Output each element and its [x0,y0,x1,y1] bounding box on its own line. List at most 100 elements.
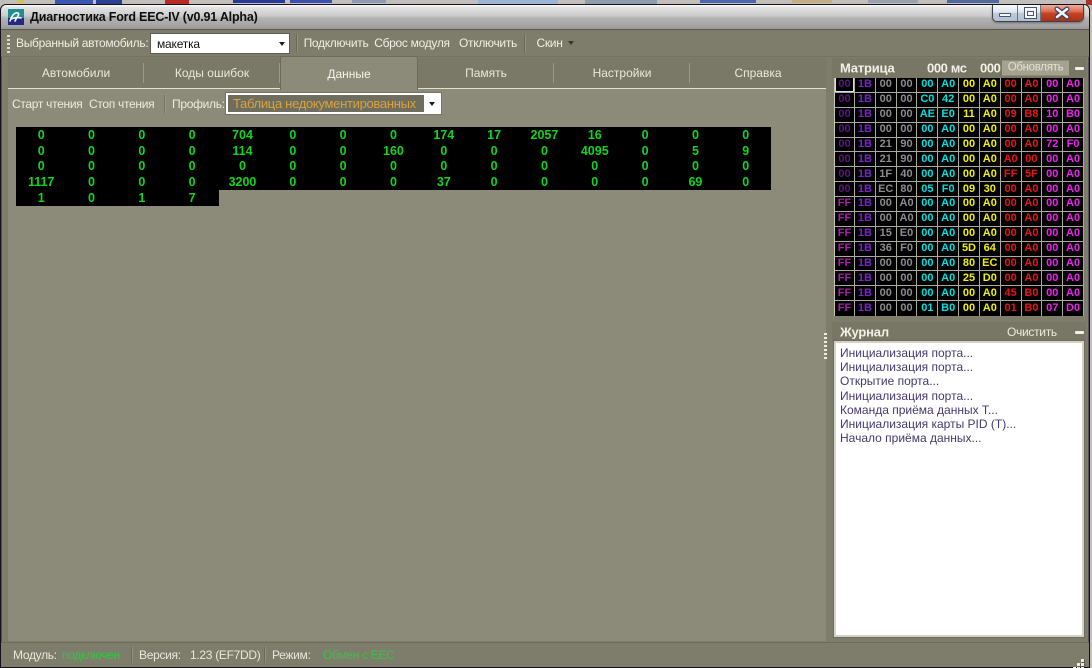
matrix-cell[interactable]: 00 [876,286,897,301]
matrix-cell[interactable]: 00 [876,78,897,93]
matrix-cell[interactable]: 5F [1022,167,1043,182]
matrix-cell[interactable]: 00 [917,271,938,286]
matrix-row-address[interactable]: FF [835,197,855,212]
reset-module-button[interactable]: Сброс модуля [373,36,451,50]
matrix-cell[interactable]: 1B [855,78,876,93]
matrix-cell[interactable]: D0 [1063,301,1084,316]
tab[interactable]: Автомобили [8,58,144,88]
matrix-cell[interactable]: 1F [876,167,897,182]
matrix-cell[interactable]: 00 [876,301,897,316]
matrix-cell[interactable]: 00 [1042,167,1063,182]
matrix-cell[interactable]: 1B [855,212,876,227]
matrix-cell[interactable]: 00 [1042,271,1063,286]
matrix-cell[interactable]: 00 [1001,257,1022,272]
matrix-cell[interactable]: 1B [855,93,876,108]
matrix-cell[interactable]: AE [917,108,938,123]
matrix-cell[interactable]: A0 [980,301,1001,316]
matrix-cell[interactable]: 42 [938,93,959,108]
matrix-row-address[interactable]: FF [835,212,855,227]
matrix-row-address[interactable]: FF [835,227,855,242]
matrix-cell[interactable]: A0 [938,227,959,242]
matrix-cell[interactable]: 1B [855,182,876,197]
matrix-row-address[interactable]: 00 [835,138,855,153]
matrix-cell[interactable]: A0 [1063,152,1084,167]
matrix-cell[interactable]: 21 [876,138,897,153]
stop-reading-button[interactable]: Стоп чтения [89,97,154,111]
skin-menu-button[interactable]: Скин [529,36,581,50]
matrix-cell[interactable]: A0 [938,286,959,301]
matrix-row-address[interactable]: 00 [835,167,855,182]
matrix-cell[interactable]: B0 [1022,301,1043,316]
matrix-cell[interactable]: A0 [938,257,959,272]
matrix-cell[interactable]: 00 [1001,212,1022,227]
matrix-cell[interactable]: 1B [855,257,876,272]
matrix-cell[interactable]: 00 [917,152,938,167]
matrix-cell[interactable]: 00 [897,286,918,301]
matrix-cell[interactable]: 00 [897,257,918,272]
matrix-cell[interactable]: 00 [876,93,897,108]
matrix-cell[interactable]: F0 [897,242,918,257]
matrix-cell[interactable]: A0 [980,152,1001,167]
matrix-cell[interactable]: A0 [980,167,1001,182]
matrix-cell[interactable]: C0 [917,93,938,108]
matrix-cell[interactable]: 00 [1001,197,1022,212]
matrix-row-address[interactable]: FF [835,286,855,301]
matrix-cell[interactable]: A0 [1022,197,1043,212]
matrix-cell[interactable]: A0 [938,242,959,257]
matrix-cell[interactable]: 00 [917,212,938,227]
matrix-cell[interactable]: EC [980,257,1001,272]
matrix-cell[interactable]: A0 [1063,78,1084,93]
matrix-cell[interactable]: A0 [1022,257,1043,272]
matrix-cell[interactable]: A0 [980,78,1001,93]
matrix-row-address[interactable]: 00 [835,123,855,138]
matrix-cell[interactable]: A0 [1022,78,1043,93]
matrix-cell[interactable]: 00 [959,301,980,316]
matrix-cell[interactable]: 64 [980,242,1001,257]
matrix-cell[interactable]: 00 [959,286,980,301]
matrix-cell[interactable]: D0 [980,271,1001,286]
matrix-cell[interactable]: 00 [1001,182,1022,197]
matrix-cell[interactable]: A0 [980,197,1001,212]
maximize-button[interactable] [1017,5,1041,21]
matrix-cell[interactable]: 00 [897,301,918,316]
matrix-cell[interactable]: 00 [876,123,897,138]
matrix-cell[interactable]: B0 [938,301,959,316]
matrix-cell[interactable]: A0 [938,271,959,286]
matrix-cell[interactable]: A0 [980,138,1001,153]
matrix-cell[interactable]: A0 [1022,227,1043,242]
matrix-cell[interactable]: B8 [1022,108,1043,123]
matrix-cell[interactable]: 00 [897,123,918,138]
matrix-row-address[interactable]: FF [835,271,855,286]
matrix-cell[interactable]: 00 [1042,227,1063,242]
matrix-cell[interactable]: F0 [938,182,959,197]
matrix-cell[interactable]: A0 [1063,93,1084,108]
matrix-cell[interactable]: A0 [938,212,959,227]
matrix-cell[interactable]: 1B [855,227,876,242]
matrix-cell[interactable]: 00 [897,93,918,108]
matrix-cell[interactable]: 00 [917,242,938,257]
matrix-cell[interactable]: 1B [855,123,876,138]
matrix-cell[interactable]: A0 [980,123,1001,138]
connect-button[interactable]: Подключить [300,36,372,50]
matrix-cell[interactable]: 00 [1001,271,1022,286]
matrix-cell[interactable]: 00 [1001,93,1022,108]
matrix-row-address[interactable]: FF [835,257,855,272]
matrix-cell[interactable]: 00 [959,212,980,227]
matrix-cell[interactable]: 00 [917,138,938,153]
matrix-cell[interactable]: 09 [959,182,980,197]
disconnect-button[interactable]: Отключить [454,36,522,50]
matrix-cell[interactable]: 07 [1042,301,1063,316]
profile-combobox[interactable]: Таблица недокументированных [226,93,441,114]
matrix-cell[interactable]: 00 [876,212,897,227]
matrix-cell[interactable]: 00 [1001,123,1022,138]
matrix-cell[interactable]: 00 [959,138,980,153]
matrix-cell[interactable]: 00 [959,167,980,182]
matrix-cell[interactable]: A0 [1022,212,1043,227]
matrix-cell[interactable]: A0 [1063,197,1084,212]
matrix-cell[interactable]: 00 [876,271,897,286]
start-reading-button[interactable]: Старт чтения [12,97,82,111]
matrix-cell[interactable]: 00 [917,123,938,138]
matrix-cell[interactable]: 00 [897,78,918,93]
matrix-cell[interactable]: E0 [938,108,959,123]
matrix-cell[interactable]: 00 [1042,212,1063,227]
